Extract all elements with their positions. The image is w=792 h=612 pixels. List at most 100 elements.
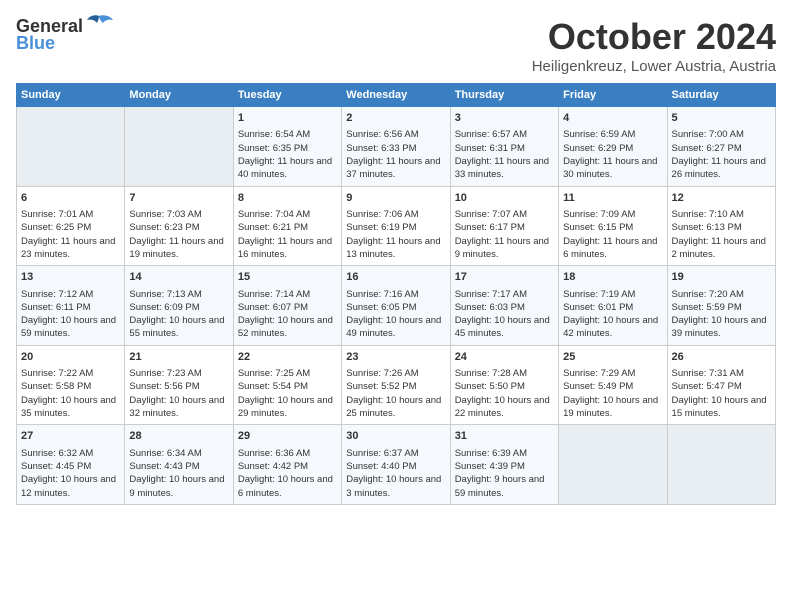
day-info: Sunrise: 7:26 AMSunset: 5:52 PMDaylight:… (346, 367, 445, 420)
calendar-cell: 23 Sunrise: 7:26 AMSunset: 5:52 PMDayligh… (342, 345, 450, 425)
day-number: 1 (238, 111, 337, 126)
logo-bird-icon (85, 14, 113, 36)
day-number: 29 (238, 429, 337, 444)
calendar-cell: 25 Sunrise: 7:29 AMSunset: 5:49 PMDayligh… (559, 345, 667, 425)
calendar-cell: 31Sunrise: 6:39 AMSunset: 4:39 PMDayligh… (450, 425, 558, 505)
location-subtitle: Heiligenkreuz, Lower Austria, Austria (532, 58, 776, 75)
calendar-cell: 22 Sunrise: 7:25 AMSunset: 5:54 PMDayligh… (233, 345, 341, 425)
day-info: Sunrise: 7:01 AMSunset: 6:25 PMDaylight:… (21, 208, 120, 261)
calendar-cell: 4 Sunrise: 6:59 AMSunset: 6:29 PMDaylight… (559, 107, 667, 187)
calendar-cell: 24 Sunrise: 7:28 AMSunset: 5:50 PMDayligh… (450, 345, 558, 425)
month-title: October 2024 (532, 16, 776, 58)
day-number: 8 (238, 191, 337, 206)
day-number: 13 (21, 270, 120, 285)
calendar-cell: 8 Sunrise: 7:04 AMSunset: 6:21 PMDaylight… (233, 186, 341, 266)
day-number: 16 (346, 270, 445, 285)
day-info: Sunrise: 7:07 AMSunset: 6:17 PMDaylight:… (455, 208, 554, 261)
day-number: 21 (129, 350, 228, 365)
calendar-week-3: 20 Sunrise: 7:22 AMSunset: 5:58 PMDayligh… (17, 345, 776, 425)
calendar-week-1: 6 Sunrise: 7:01 AMSunset: 6:25 PMDaylight… (17, 186, 776, 266)
calendar-cell: 18Sunrise: 7:19 AMSunset: 6:01 PMDayligh… (559, 266, 667, 346)
day-number: 22 (238, 350, 337, 365)
day-info: Sunrise: 7:12 AMSunset: 6:11 PMDaylight:… (21, 288, 120, 341)
day-number: 31 (455, 429, 554, 444)
title-block: October 2024 Heiligenkreuz, Lower Austri… (532, 16, 776, 75)
calendar-cell: 14 Sunrise: 7:13 AMSunset: 6:09 PMDayligh… (125, 266, 233, 346)
calendar-cell: 10Sunrise: 7:07 AMSunset: 6:17 PMDayligh… (450, 186, 558, 266)
calendar-cell: 20 Sunrise: 7:22 AMSunset: 5:58 PMDayligh… (17, 345, 125, 425)
calendar-cell: 30Sunrise: 6:37 AMSunset: 4:40 PMDayligh… (342, 425, 450, 505)
calendar-cell: 27 Sunrise: 6:32 AMSunset: 4:45 PMDayligh… (17, 425, 125, 505)
day-info: Sunrise: 6:32 AMSunset: 4:45 PMDaylight:… (21, 447, 120, 500)
day-number: 14 (129, 270, 228, 285)
weekday-header-sunday: Sunday (17, 84, 125, 107)
day-number: 28 (129, 429, 228, 444)
day-number: 19 (672, 270, 771, 285)
calendar-cell: 13 Sunrise: 7:12 AMSunset: 6:11 PMDayligh… (17, 266, 125, 346)
weekday-header-wednesday: Wednesday (342, 84, 450, 107)
calendar-cell: 29 Sunrise: 6:36 AMSunset: 4:42 PMDayligh… (233, 425, 341, 505)
day-number: 23 (346, 350, 445, 365)
day-info: Sunrise: 7:00 AMSunset: 6:27 PMDaylight:… (672, 128, 771, 181)
weekday-header-friday: Friday (559, 84, 667, 107)
day-number: 4 (563, 111, 662, 126)
day-number: 25 (563, 350, 662, 365)
day-number: 9 (346, 191, 445, 206)
calendar-cell: 1 Sunrise: 6:54 AMSunset: 6:35 PMDaylight… (233, 107, 341, 187)
calendar-cell: 28 Sunrise: 6:34 AMSunset: 4:43 PMDayligh… (125, 425, 233, 505)
weekday-header-saturday: Saturday (667, 84, 775, 107)
day-number: 11 (563, 191, 662, 206)
day-info: Sunrise: 6:34 AMSunset: 4:43 PMDaylight:… (129, 447, 228, 500)
calendar-cell: 21 Sunrise: 7:23 AMSunset: 5:56 PMDayligh… (125, 345, 233, 425)
calendar-cell: 17 Sunrise: 7:17 AMSunset: 6:03 PMDayligh… (450, 266, 558, 346)
day-info: Sunrise: 7:20 AMSunset: 5:59 PMDaylight:… (672, 288, 771, 341)
calendar-cell: 16Sunrise: 7:16 AMSunset: 6:05 PMDayligh… (342, 266, 450, 346)
day-info: Sunrise: 7:10 AMSunset: 6:13 PMDaylight:… (672, 208, 771, 261)
day-info: Sunrise: 7:04 AMSunset: 6:21 PMDaylight:… (238, 208, 337, 261)
day-info: Sunrise: 7:25 AMSunset: 5:54 PMDaylight:… (238, 367, 337, 420)
day-info: Sunrise: 7:14 AMSunset: 6:07 PMDaylight:… (238, 288, 337, 341)
day-info: Sunrise: 6:37 AMSunset: 4:40 PMDaylight:… (346, 447, 445, 500)
calendar-week-4: 27 Sunrise: 6:32 AMSunset: 4:45 PMDayligh… (17, 425, 776, 505)
day-info: Sunrise: 6:59 AMSunset: 6:29 PMDaylight:… (563, 128, 662, 181)
day-number: 17 (455, 270, 554, 285)
logo: General Blue (16, 16, 113, 54)
day-number: 5 (672, 111, 771, 126)
day-number: 20 (21, 350, 120, 365)
calendar-cell: 9Sunrise: 7:06 AMSunset: 6:19 PMDaylight… (342, 186, 450, 266)
calendar-cell: 11 Sunrise: 7:09 AMSunset: 6:15 PMDayligh… (559, 186, 667, 266)
day-number: 26 (672, 350, 771, 365)
day-number: 27 (21, 429, 120, 444)
calendar-cell: 26 Sunrise: 7:31 AMSunset: 5:47 PMDayligh… (667, 345, 775, 425)
calendar-cell (667, 425, 775, 505)
day-info: Sunrise: 6:57 AMSunset: 6:31 PMDaylight:… (455, 128, 554, 181)
page-header: General Blue October 2024 Heiligenkreuz,… (16, 16, 776, 75)
calendar-cell (559, 425, 667, 505)
calendar-cell: 15Sunrise: 7:14 AMSunset: 6:07 PMDayligh… (233, 266, 341, 346)
day-info: Sunrise: 7:09 AMSunset: 6:15 PMDaylight:… (563, 208, 662, 261)
day-number: 6 (21, 191, 120, 206)
day-info: Sunrise: 7:19 AMSunset: 6:01 PMDaylight:… (563, 288, 662, 341)
day-info: Sunrise: 6:54 AMSunset: 6:35 PMDaylight:… (238, 128, 337, 181)
day-info: Sunrise: 7:13 AMSunset: 6:09 PMDaylight:… (129, 288, 228, 341)
day-info: Sunrise: 7:31 AMSunset: 5:47 PMDaylight:… (672, 367, 771, 420)
calendar-cell: 5 Sunrise: 7:00 AMSunset: 6:27 PMDaylight… (667, 107, 775, 187)
day-number: 2 (346, 111, 445, 126)
calendar-week-2: 13 Sunrise: 7:12 AMSunset: 6:11 PMDayligh… (17, 266, 776, 346)
day-info: Sunrise: 6:36 AMSunset: 4:42 PMDaylight:… (238, 447, 337, 500)
weekday-header-monday: Monday (125, 84, 233, 107)
calendar-table: SundayMondayTuesdayWednesdayThursdayFrid… (16, 83, 776, 505)
calendar-cell: 3Sunrise: 6:57 AMSunset: 6:31 PMDaylight… (450, 107, 558, 187)
calendar-week-0: 1 Sunrise: 6:54 AMSunset: 6:35 PMDaylight… (17, 107, 776, 187)
day-info: Sunrise: 7:17 AMSunset: 6:03 PMDaylight:… (455, 288, 554, 341)
day-info: Sunrise: 7:22 AMSunset: 5:58 PMDaylight:… (21, 367, 120, 420)
day-info: Sunrise: 7:28 AMSunset: 5:50 PMDaylight:… (455, 367, 554, 420)
weekday-header-thursday: Thursday (450, 84, 558, 107)
calendar-cell (17, 107, 125, 187)
calendar-cell: 6 Sunrise: 7:01 AMSunset: 6:25 PMDaylight… (17, 186, 125, 266)
day-number: 24 (455, 350, 554, 365)
day-info: Sunrise: 7:29 AMSunset: 5:49 PMDaylight:… (563, 367, 662, 420)
calendar-cell: 2Sunrise: 6:56 AMSunset: 6:33 PMDaylight… (342, 107, 450, 187)
calendar-cell: 7Sunrise: 7:03 AMSunset: 6:23 PMDaylight… (125, 186, 233, 266)
day-info: Sunrise: 7:23 AMSunset: 5:56 PMDaylight:… (129, 367, 228, 420)
